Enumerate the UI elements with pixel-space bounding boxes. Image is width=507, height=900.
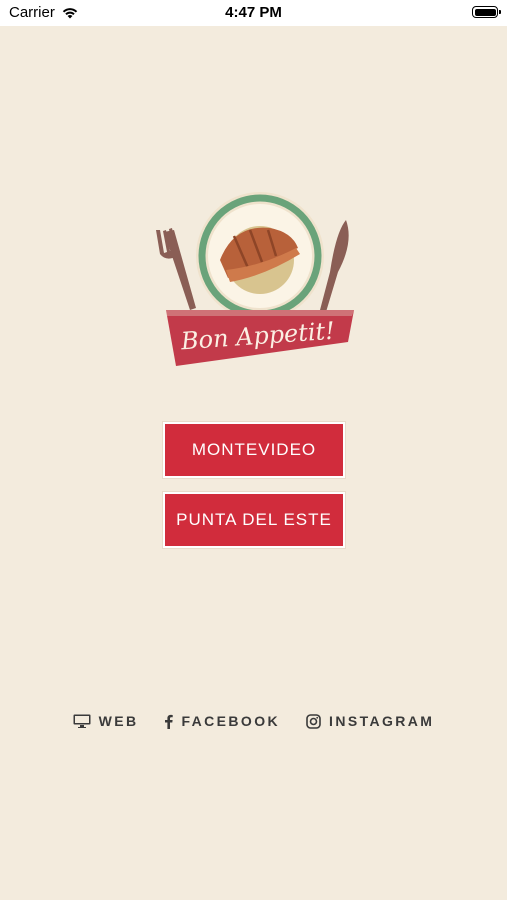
facebook-link[interactable]: FACEBOOK bbox=[164, 713, 280, 729]
status-time: 4:47 PM bbox=[225, 4, 282, 21]
fork-icon bbox=[156, 228, 196, 310]
web-link-label: WEB bbox=[98, 713, 139, 729]
instagram-icon bbox=[306, 713, 321, 729]
web-link[interactable]: WEB bbox=[73, 713, 139, 729]
logo-banner: Bon Appetit! bbox=[166, 310, 354, 366]
knife-icon bbox=[320, 220, 349, 312]
battery-icon bbox=[472, 6, 501, 18]
facebook-link-label: FACEBOOK bbox=[181, 713, 281, 729]
montevideo-button[interactable]: MONTEVIDEO bbox=[163, 422, 345, 478]
instagram-link[interactable]: INSTAGRAM bbox=[306, 713, 434, 729]
bon-appetit-logo: Bon Appetit! bbox=[156, 192, 354, 366]
status-bar: Carrier 4:47 PM bbox=[0, 0, 507, 26]
facebook-icon bbox=[165, 714, 174, 729]
instagram-link-label: INSTAGRAM bbox=[329, 713, 435, 729]
punta-del-este-button[interactable]: PUNTA DEL ESTE bbox=[163, 492, 345, 548]
footer-links: WEB FACEBOOK INSTAGRAM bbox=[0, 713, 507, 729]
monitor-icon bbox=[73, 714, 91, 728]
